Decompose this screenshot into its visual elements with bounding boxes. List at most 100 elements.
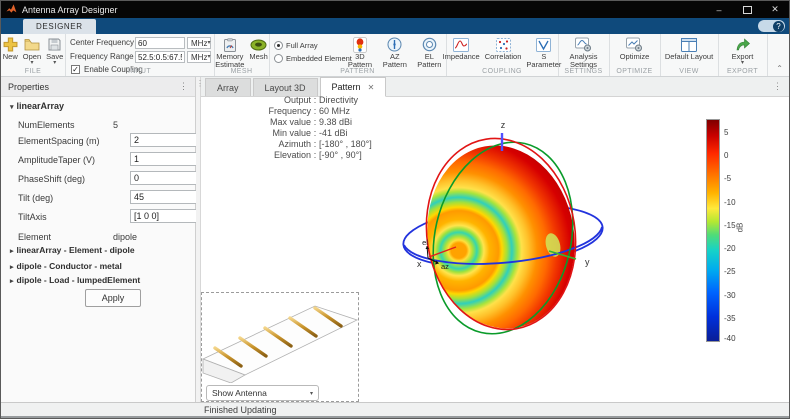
impedance-button[interactable]: Impedance bbox=[441, 35, 482, 70]
ribbon-section-optimize: Optimize OPTIMIZE bbox=[609, 34, 661, 76]
3d-pattern-button[interactable]: 3D Pattern bbox=[343, 35, 377, 70]
mesh-button[interactable]: Mesh bbox=[247, 35, 269, 70]
embedded-element-radio[interactable]: Embedded Element bbox=[274, 52, 352, 65]
colorbar-tick: -25 bbox=[724, 268, 750, 276]
frequency-range-label: Frequency Range bbox=[70, 52, 134, 61]
property-row: NumElements 5 bbox=[18, 117, 118, 132]
close-button[interactable]: ✕ bbox=[761, 1, 789, 18]
pattern-source-radio-group: Full Array Embedded Element bbox=[274, 39, 352, 65]
ribbon: New Open ▾ Save ▾ FILE bbox=[1, 34, 789, 77]
ribbon-section-pattern: Full Array Embedded Element 3D Pattern bbox=[269, 34, 447, 76]
analysis-settings-button[interactable]: Analysis Settings bbox=[568, 35, 600, 70]
ground-plane bbox=[203, 306, 357, 375]
optimize-button[interactable]: Optimize bbox=[618, 35, 652, 62]
status-text: Finished Updating bbox=[204, 405, 277, 415]
tab-layout-3d[interactable]: Layout 3D bbox=[253, 78, 318, 96]
open-button[interactable]: Open ▾ bbox=[21, 35, 43, 67]
memory-estimate-button[interactable]: Memory Estimate bbox=[213, 35, 246, 70]
save-icon bbox=[48, 36, 61, 53]
el-pattern-icon bbox=[422, 36, 437, 53]
y-axis-label: y bbox=[585, 257, 590, 267]
document-tab-bar: Array Layout 3D Pattern ✕ ⋮ bbox=[201, 77, 789, 97]
ribbon-section-export: Export ▾ EXPORT bbox=[718, 34, 768, 76]
radio-unselected-icon bbox=[274, 54, 283, 63]
save-button[interactable]: Save ▾ bbox=[44, 35, 65, 67]
panel-menu-icon[interactable]: ⋮ bbox=[179, 81, 188, 92]
pattern-view: Output:Directivity Frequency:60 MHz Max … bbox=[201, 97, 789, 402]
matlab-logo-icon bbox=[6, 3, 17, 16]
chevron-collapsed-icon: ▸ bbox=[10, 278, 14, 285]
frequency-range-input[interactable] bbox=[135, 51, 185, 63]
chevron-down-icon: ▾ bbox=[741, 61, 744, 66]
window-controls: – ✕ bbox=[705, 1, 789, 18]
colorbar-tick: -30 bbox=[724, 292, 750, 300]
apply-button[interactable]: Apply bbox=[85, 289, 141, 307]
tilt-field[interactable] bbox=[130, 190, 202, 204]
group-load-lumpedelement[interactable]: ▸dipole - Load - lumpedElement bbox=[10, 275, 140, 285]
app-window: Antenna Array Designer – ✕ DESIGNER ? Ne… bbox=[0, 0, 790, 419]
tab-array[interactable]: Array bbox=[205, 78, 251, 96]
ribbon-section-file: New Open ▾ Save ▾ FILE bbox=[1, 34, 66, 76]
directivity-blob bbox=[413, 134, 589, 341]
colorbar-tick: -35 bbox=[724, 315, 750, 323]
chevron-down-icon: ▾ bbox=[30, 61, 33, 66]
ribbon-section-coupling: Impedance Correlation S Parameter COUPLI… bbox=[446, 34, 559, 76]
tab-pattern[interactable]: Pattern ✕ bbox=[320, 77, 387, 97]
tab-designer[interactable]: DESIGNER bbox=[23, 19, 96, 34]
window-title: Antenna Array Designer bbox=[22, 5, 118, 15]
z-axis-label: z bbox=[501, 120, 506, 130]
phaseshift-field[interactable] bbox=[130, 171, 202, 185]
restore-button[interactable] bbox=[733, 1, 761, 18]
property-row: Tilt (deg) bbox=[18, 190, 113, 205]
colorbar-tick: 0 bbox=[724, 152, 750, 160]
el-label: el bbox=[422, 238, 428, 247]
colorbar-tick: -10 bbox=[724, 199, 750, 207]
group-conductor-metal[interactable]: ▸dipole - Conductor - metal bbox=[10, 261, 122, 271]
ribbon-tab-strip: DESIGNER ? bbox=[1, 18, 789, 34]
colorbar-tick: 5 bbox=[724, 129, 750, 137]
close-icon[interactable]: ✕ bbox=[368, 83, 375, 92]
group-lineararray[interactable]: ▾linearArray bbox=[10, 101, 64, 111]
element-value: dipole bbox=[113, 232, 137, 242]
new-button[interactable]: New bbox=[1, 35, 20, 67]
colorbar-tick: -40 bbox=[724, 335, 750, 343]
chevron-collapsed-icon: ▸ bbox=[10, 264, 14, 271]
amplitudetaper-field[interactable] bbox=[130, 152, 202, 166]
center-frequency-input[interactable] bbox=[135, 37, 185, 49]
ribbon-section-view: Default Layout VIEW bbox=[660, 34, 719, 76]
minimize-button[interactable]: – bbox=[705, 1, 733, 18]
group-element-dipole[interactable]: ▸linearArray - Element - dipole bbox=[10, 245, 135, 255]
help-button[interactable]: ? bbox=[758, 20, 785, 32]
properties-header: Properties ⋮ bbox=[1, 77, 195, 97]
correlation-button[interactable]: Correlation bbox=[483, 35, 524, 70]
property-row: AmplitudeTaper (V) bbox=[18, 152, 113, 167]
x-axis-label: x bbox=[417, 259, 422, 269]
chevron-down-icon: ▾ bbox=[207, 55, 210, 60]
impedance-icon bbox=[453, 36, 469, 53]
colorbar-unit-label: dB bbox=[735, 223, 744, 233]
optimize-icon bbox=[626, 36, 643, 53]
export-button[interactable]: Export ▾ bbox=[730, 35, 756, 67]
title-bar: Antenna Array Designer – ✕ bbox=[1, 1, 789, 18]
status-bar: Finished Updating bbox=[1, 402, 789, 418]
az-pattern-button[interactable]: AZ Pattern bbox=[378, 35, 412, 70]
chevron-down-icon: ▾ bbox=[207, 41, 210, 46]
show-antenna-dropdown[interactable]: Show Antenna ▾ bbox=[206, 385, 319, 401]
elementspacing-field[interactable] bbox=[130, 133, 202, 147]
tab-bar-menu-icon[interactable]: ⋮ bbox=[773, 81, 782, 92]
default-layout-icon bbox=[681, 36, 697, 53]
tiltaxis-field[interactable] bbox=[130, 209, 202, 223]
az-label: az bbox=[441, 262, 449, 271]
s-parameter-icon bbox=[536, 36, 551, 53]
antenna-preview bbox=[201, 293, 359, 383]
full-array-radio[interactable]: Full Array bbox=[274, 39, 352, 52]
ribbon-section-input: Center Frequency MHz ▾ Frequency Range M… bbox=[65, 34, 215, 76]
radio-selected-icon bbox=[274, 41, 283, 50]
3d-pattern-icon bbox=[353, 36, 367, 53]
ribbon-section-settings: Analysis Settings SETTINGS bbox=[558, 34, 610, 76]
center-frequency-unit-dropdown[interactable]: MHz ▾ bbox=[187, 37, 211, 49]
frequency-range-unit-dropdown[interactable]: MHz ▾ bbox=[187, 51, 211, 63]
chevron-down-icon: ▾ bbox=[310, 390, 313, 397]
default-layout-button[interactable]: Default Layout bbox=[663, 35, 715, 62]
collapse-ribbon-icon[interactable]: ⌃ bbox=[776, 64, 783, 73]
